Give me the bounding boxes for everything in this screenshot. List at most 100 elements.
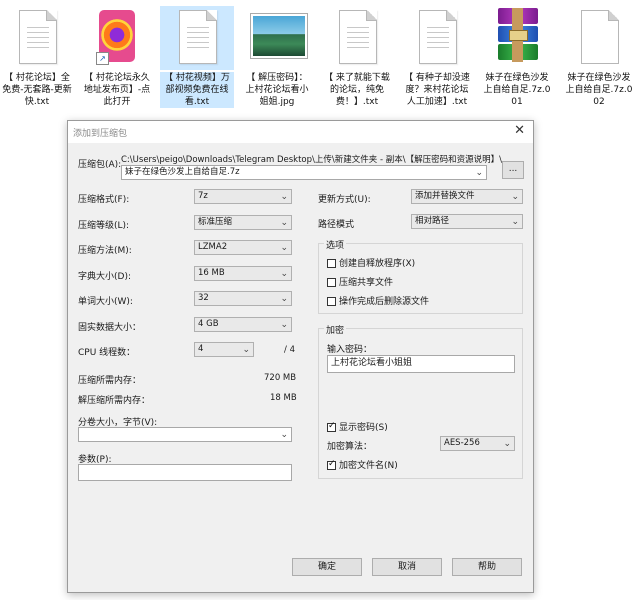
update-label: 更新方式(U): <box>318 195 371 205</box>
archive-name-combo[interactable]: 妹子在绿色沙发上自给自足.7z ⌄ <box>121 165 487 180</box>
word-label: 单词大小(W): <box>78 297 133 307</box>
archive-label: 压缩包(A): <box>78 160 122 170</box>
shared-checkbox[interactable]: 压缩共享文件 <box>327 275 393 288</box>
ok-button[interactable]: 确定 <box>292 558 362 576</box>
method-value: LZMA2 <box>198 242 228 252</box>
mem-decomp-label: 解压缩所需内存： <box>78 396 151 406</box>
mem-comp-value: 720 MB <box>264 373 297 383</box>
method-label: 压缩方法(M): <box>78 246 132 256</box>
show-password-checkbox[interactable]: 显示密码(S) <box>327 420 388 433</box>
options-title: 选项 <box>324 238 347 251</box>
method-select[interactable]: LZMA2 ⌄ <box>194 240 292 255</box>
desktop-file-4[interactable]: 【 来了就能下载的论坛，纯免费！】.txt <box>320 6 394 108</box>
volume-combo[interactable]: ⌄ <box>78 427 292 442</box>
text-file-icon <box>339 10 377 64</box>
dict-select[interactable]: 16 MB ⌄ <box>194 266 292 281</box>
checkbox-checked-icon <box>327 459 336 470</box>
dialog-title: 添加到压缩包 <box>73 129 128 139</box>
file-label: 【 有种子却没速度？来村花论坛人工加速】.txt <box>404 73 470 107</box>
level-select[interactable]: 标准压缩 ⌄ <box>194 215 292 230</box>
desktop-file-7[interactable]: 妹子在绿色沙发上自给自足.7z.002 <box>562 6 636 108</box>
chevron-down-icon: ⌄ <box>511 192 519 202</box>
text-file-icon <box>419 10 457 64</box>
format-label: 压缩格式(F): <box>78 195 130 205</box>
solid-label: 固实数据大小： <box>78 323 142 333</box>
word-value: 32 <box>198 293 209 303</box>
format-select[interactable]: 7z ⌄ <box>194 189 292 204</box>
file-label: 【 解压密码】：上村花论坛看小姐姐.jpg <box>245 73 309 107</box>
word-select[interactable]: 32 ⌄ <box>194 291 292 306</box>
level-value: 标准压缩 <box>198 217 233 227</box>
chevron-down-icon: ⌄ <box>280 320 288 330</box>
blank-file-icon <box>581 10 619 64</box>
desktop-file-0[interactable]: 【 村花论坛】全免费-无套路-更新快.txt <box>0 6 74 108</box>
shortcut-arrow-icon: ↗ <box>96 52 109 65</box>
enc-method-select[interactable]: AES-256 ⌄ <box>440 436 515 451</box>
file-label: 【 来了就能下载的论坛，纯免费！】.txt <box>324 73 390 107</box>
solid-select[interactable]: 4 GB ⌄ <box>194 317 292 332</box>
chevron-down-icon: ⌄ <box>280 294 288 304</box>
file-label: 【 村花论坛永久地址发布页】-点此打开 <box>83 73 151 107</box>
text-file-icon <box>19 10 57 64</box>
close-icon[interactable]: ✕ <box>514 123 525 138</box>
threads-select[interactable]: 4 ⌄ <box>194 342 254 357</box>
chevron-down-icon: ⌄ <box>475 168 483 178</box>
password-label: 输入密码： <box>327 345 373 355</box>
text-file-icon <box>179 10 217 64</box>
pathmode-label: 路径模式 <box>318 220 355 230</box>
dialog-titlebar[interactable]: 添加到压缩包 ✕ <box>68 121 533 143</box>
password-input[interactable]: 上村花论坛看小姐姐 <box>327 355 515 373</box>
add-to-archive-dialog: 添加到压缩包 ✕ 压缩包(A): C:\Users\peigo\Download… <box>67 120 534 593</box>
chevron-down-icon: ⌄ <box>242 345 250 355</box>
solid-value: 4 GB <box>198 319 219 329</box>
chevron-down-icon: ⌄ <box>280 269 288 279</box>
checkbox-icon <box>327 259 336 268</box>
file-label: 【 村花论坛】全免费-无套路-更新快.txt <box>2 73 72 107</box>
pathmode-value: 相对路径 <box>415 216 450 226</box>
chevron-down-icon: ⌄ <box>280 430 288 440</box>
checkbox-icon <box>327 297 336 306</box>
delete-checkbox[interactable]: 操作完成后删除源文件 <box>327 294 429 307</box>
encrypt-title: 加密 <box>324 323 347 336</box>
enc-method-label: 加密算法： <box>327 442 373 452</box>
browse-button[interactable]: ... <box>502 161 524 179</box>
pathmode-select[interactable]: 相对路径 ⌄ <box>411 214 523 229</box>
desktop-file-5[interactable]: 【 有种子却没速度？来村花论坛人工加速】.txt <box>400 6 474 108</box>
update-value: 添加并替换文件 <box>415 191 475 201</box>
checkbox-icon <box>327 278 336 287</box>
sfx-checkbox[interactable]: 创建自释放程序(X) <box>327 256 415 269</box>
mem-decomp-value: 18 MB <box>270 393 297 403</box>
chevron-down-icon: ⌄ <box>280 243 288 253</box>
params-input[interactable] <box>78 464 292 481</box>
desktop-file-1[interactable]: ↗ 【 村花论坛永久地址发布页】-点此打开 <box>80 6 154 108</box>
sfx-label: 创建自释放程序(X) <box>339 259 416 269</box>
encrypt-filenames-label: 加密文件名(N) <box>339 461 398 471</box>
threads-max: / 4 <box>284 345 295 355</box>
encrypt-filenames-checkbox[interactable]: 加密文件名(N) <box>327 458 398 471</box>
shared-label: 压缩共享文件 <box>339 278 394 288</box>
delete-label: 操作完成后删除源文件 <box>339 297 430 307</box>
update-select[interactable]: 添加并替换文件 ⌄ <box>411 189 523 204</box>
winrar-archive-icon <box>498 8 538 62</box>
cancel-button[interactable]: 取消 <box>372 558 442 576</box>
level-label: 压缩等级(L): <box>78 221 130 231</box>
threads-label: CPU 线程数： <box>78 348 136 358</box>
chevron-down-icon: ⌄ <box>511 217 519 227</box>
desktop-file-6[interactable]: 妹子在绿色沙发上自给自足.7z.001 <box>480 6 554 108</box>
threads-value: 4 <box>198 344 204 354</box>
file-label: 妹子在绿色沙发上自给自足.7z.002 <box>565 73 633 107</box>
chevron-down-icon: ⌄ <box>280 192 288 202</box>
show-password-label: 显示密码(S) <box>339 423 388 433</box>
archive-name-value: 妹子在绿色沙发上自给自足.7z <box>125 167 240 177</box>
desktop-file-3[interactable]: 【 解压密码】：上村花论坛看小姐姐.jpg <box>240 6 314 108</box>
format-value: 7z <box>198 191 208 201</box>
enc-method-value: AES-256 <box>444 438 480 448</box>
image-file-icon <box>251 14 307 58</box>
checkbox-checked-icon <box>327 421 336 432</box>
file-label: 【 村花视频】万部视频免费在线看.txt <box>160 72 234 108</box>
help-button[interactable]: 帮助 <box>452 558 522 576</box>
chevron-down-icon: ⌄ <box>503 439 511 449</box>
desktop-file-2[interactable]: 【 村花视频】万部视频免费在线看.txt <box>160 6 234 108</box>
dict-label: 字典大小(D): <box>78 272 131 282</box>
archive-path: C:\Users\peigo\Downloads\Telegram Deskto… <box>121 155 502 165</box>
